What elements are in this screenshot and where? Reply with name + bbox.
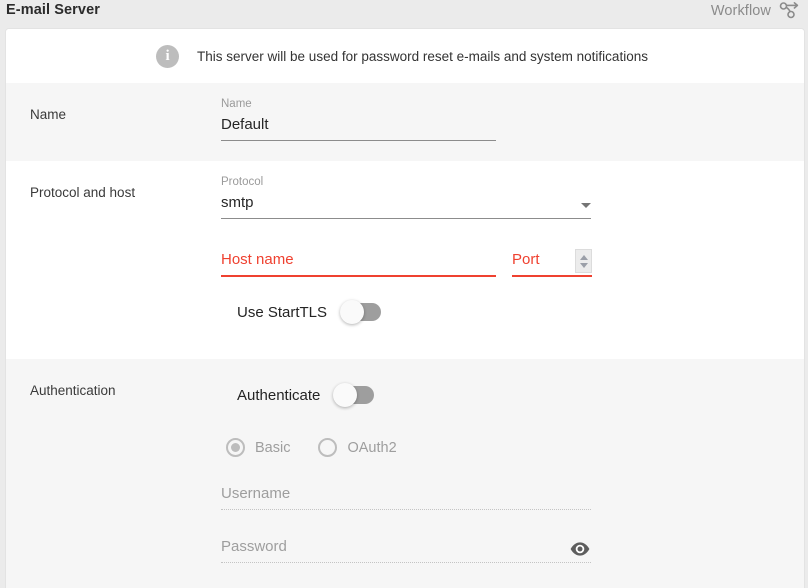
password-input[interactable]: Password — [221, 536, 591, 562]
number-spinner-icon[interactable] — [575, 249, 592, 273]
name-field[interactable]: Name Default — [221, 97, 496, 141]
start-tls-toggle-knob[interactable] — [340, 300, 365, 324]
workflow-branch-icon[interactable] — [778, 1, 800, 21]
radio-basic-icon[interactable] — [226, 438, 245, 457]
settings-card: i This server will be used for password … — [5, 28, 805, 588]
start-tls-row: Use StartTLS — [221, 300, 790, 324]
section-label-authentication: Authentication — [30, 383, 116, 398]
radio-oauth2-label: OAuth2 — [347, 439, 397, 456]
eye-icon[interactable] — [569, 539, 591, 559]
protocol-select-underline — [221, 218, 591, 219]
header-actions: Workflow — [711, 1, 800, 21]
protocol-select-value[interactable]: smtp — [221, 192, 591, 218]
page-header: E-mail Server Workflow — [0, 0, 808, 28]
authenticate-toggle-knob[interactable] — [333, 383, 358, 407]
chevron-down-icon[interactable] — [581, 203, 591, 208]
radio-basic-selected-dot — [231, 443, 240, 452]
protocol-field-label: Protocol — [221, 176, 264, 188]
spinner-down-icon[interactable] — [579, 262, 588, 268]
username-input[interactable]: Username — [221, 483, 591, 509]
username-input-underline — [221, 509, 591, 510]
password-field[interactable]: Password — [221, 536, 591, 563]
section-protocol-and-host: Protocol and host Protocol smtp Host nam… — [6, 161, 804, 359]
section-label-name: Name — [30, 107, 67, 122]
password-input-underline — [221, 562, 591, 563]
auth-method-radio-group: Basic OAuth2 — [221, 438, 790, 457]
section-authentication: Authentication Authenticate Basic OAuth2… — [6, 359, 804, 588]
radio-basic[interactable]: Basic — [226, 438, 290, 457]
port-field[interactable]: Port — [512, 249, 592, 277]
protocol-select[interactable]: Protocol smtp — [221, 175, 591, 219]
authenticate-toggle[interactable] — [333, 383, 375, 407]
port-input-underline — [512, 275, 592, 277]
spinner-up-icon[interactable] — [579, 254, 588, 260]
start-tls-toggle[interactable] — [340, 300, 382, 324]
username-field[interactable]: Username — [221, 483, 591, 510]
host-name-field[interactable]: Host name — [221, 249, 496, 277]
workflow-label[interactable]: Workflow — [711, 3, 771, 19]
info-banner-text: This server will be used for password re… — [197, 48, 648, 64]
authenticate-label: Authenticate — [237, 386, 321, 404]
radio-oauth2[interactable]: OAuth2 — [318, 438, 397, 457]
start-tls-label: Use StartTLS — [237, 303, 328, 321]
info-banner: i This server will be used for password … — [6, 29, 804, 83]
name-input[interactable]: Default — [221, 114, 496, 140]
host-name-input-underline — [221, 275, 496, 277]
page-title: E-mail Server — [6, 2, 100, 18]
section-label-protocol-and-host: Protocol and host — [30, 185, 136, 200]
name-field-label: Name — [221, 98, 252, 110]
radio-basic-label: Basic — [255, 439, 291, 456]
name-input-underline — [221, 140, 496, 141]
host-port-row: Host name Port — [221, 249, 790, 277]
radio-oauth2-icon[interactable] — [318, 438, 338, 457]
section-name: Name Name Default — [6, 83, 804, 161]
authenticate-row: Authenticate — [221, 383, 790, 407]
info-icon: i — [156, 44, 180, 68]
host-name-input[interactable]: Host name — [221, 249, 496, 275]
